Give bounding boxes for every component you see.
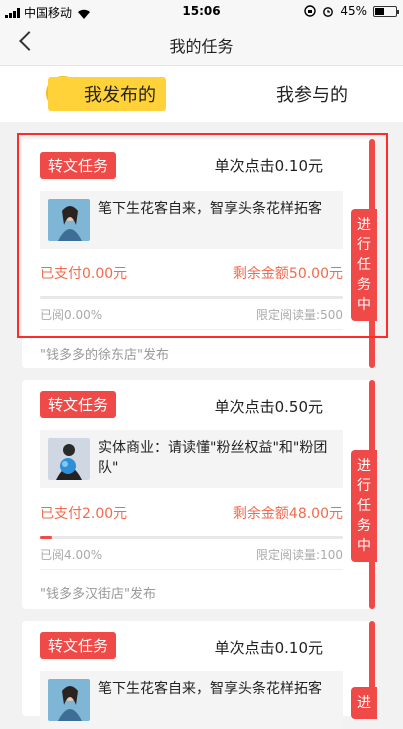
read-progress-bar (40, 296, 343, 299)
read-limit: 限定阅读量:500 (256, 308, 343, 322)
battery-icon (373, 5, 399, 17)
battery-percent: 45% (340, 4, 367, 18)
task-status-tag: 进行任务中 (351, 209, 377, 321)
paid-amount: 已支付2.00元 (40, 506, 128, 522)
remaining-amount: 剩余金额48.00元 (232, 506, 343, 522)
article-title: 笔下生花客自来，智享头条花样拓客 (98, 201, 322, 217)
task-type-badge: 转文任务 (40, 632, 117, 659)
status-bar: 中国移动 15:06 45% (0, 0, 403, 22)
task-status-tag: 进行任务中 (351, 450, 377, 562)
article-title: 笔下生花客自来，智享头条花样拓客 (98, 681, 322, 697)
paid-amount: 已支付0.00元 (40, 266, 128, 282)
task-card[interactable]: 转文任务 单次点击0.10元 笔下生花客自来，智享头条花样拓客 进 (22, 621, 377, 729)
task-status-tag: 进 (351, 687, 377, 719)
publisher-label: "钱多多汉街店"发布 (40, 587, 156, 602)
read-limit: 限定阅读量:100 (256, 548, 343, 562)
article-preview[interactable]: 笔下生花客自来，智享头条花样拓客 (40, 671, 343, 729)
status-right: 45% (304, 4, 399, 18)
publisher-label: "钱多多的徐东店"发布 (40, 348, 169, 363)
article-preview[interactable]: 实体商业：请读懂"粉丝权益"和"粉团队" (40, 430, 343, 488)
alarm-icon (323, 7, 334, 17)
read-progress-bar (40, 536, 343, 539)
task-card[interactable]: 转文任务 单次点击0.10元 笔下生花客自来，智享头条花样拓客 已支付0.00元… (22, 139, 377, 368)
tab-bar: ¥ 我发布的 我参与的 (0, 66, 403, 122)
article-title: 实体商业：请读懂"粉丝权益"和"粉团队" (98, 440, 328, 476)
click-price: 单次点击0.10元 (214, 639, 323, 657)
read-percent: 已阅0.00% (40, 308, 103, 322)
tab-published[interactable]: ¥ 我发布的 (40, 66, 166, 122)
click-price: 单次点击0.10元 (214, 157, 323, 175)
tab-participated[interactable]: 我参与的 (276, 66, 348, 122)
remaining-amount: 剩余金额50.00元 (232, 266, 343, 282)
article-thumbnail (48, 199, 90, 241)
card-divider (40, 569, 343, 570)
page-title: 我的任务 (169, 37, 234, 56)
task-card[interactable]: 转文任务 单次点击0.50元 实体商业：请读懂"粉丝权益"和"粉团队" 已支付2… (22, 380, 377, 609)
task-type-badge: 转文任务 (40, 152, 117, 179)
tab-published-label: 我发布的 (48, 77, 166, 111)
card-divider (40, 329, 343, 330)
article-preview[interactable]: 笔下生花客自来，智享头条花样拓客 (40, 191, 343, 249)
read-percent: 已阅4.00% (40, 548, 103, 562)
article-thumbnail (48, 438, 90, 480)
task-type-badge: 转文任务 (40, 391, 117, 418)
lock-rotation-icon (304, 5, 317, 17)
article-thumbnail (48, 679, 90, 721)
click-price: 单次点击0.50元 (214, 398, 323, 416)
nav-bar: 我的任务 (0, 22, 403, 66)
